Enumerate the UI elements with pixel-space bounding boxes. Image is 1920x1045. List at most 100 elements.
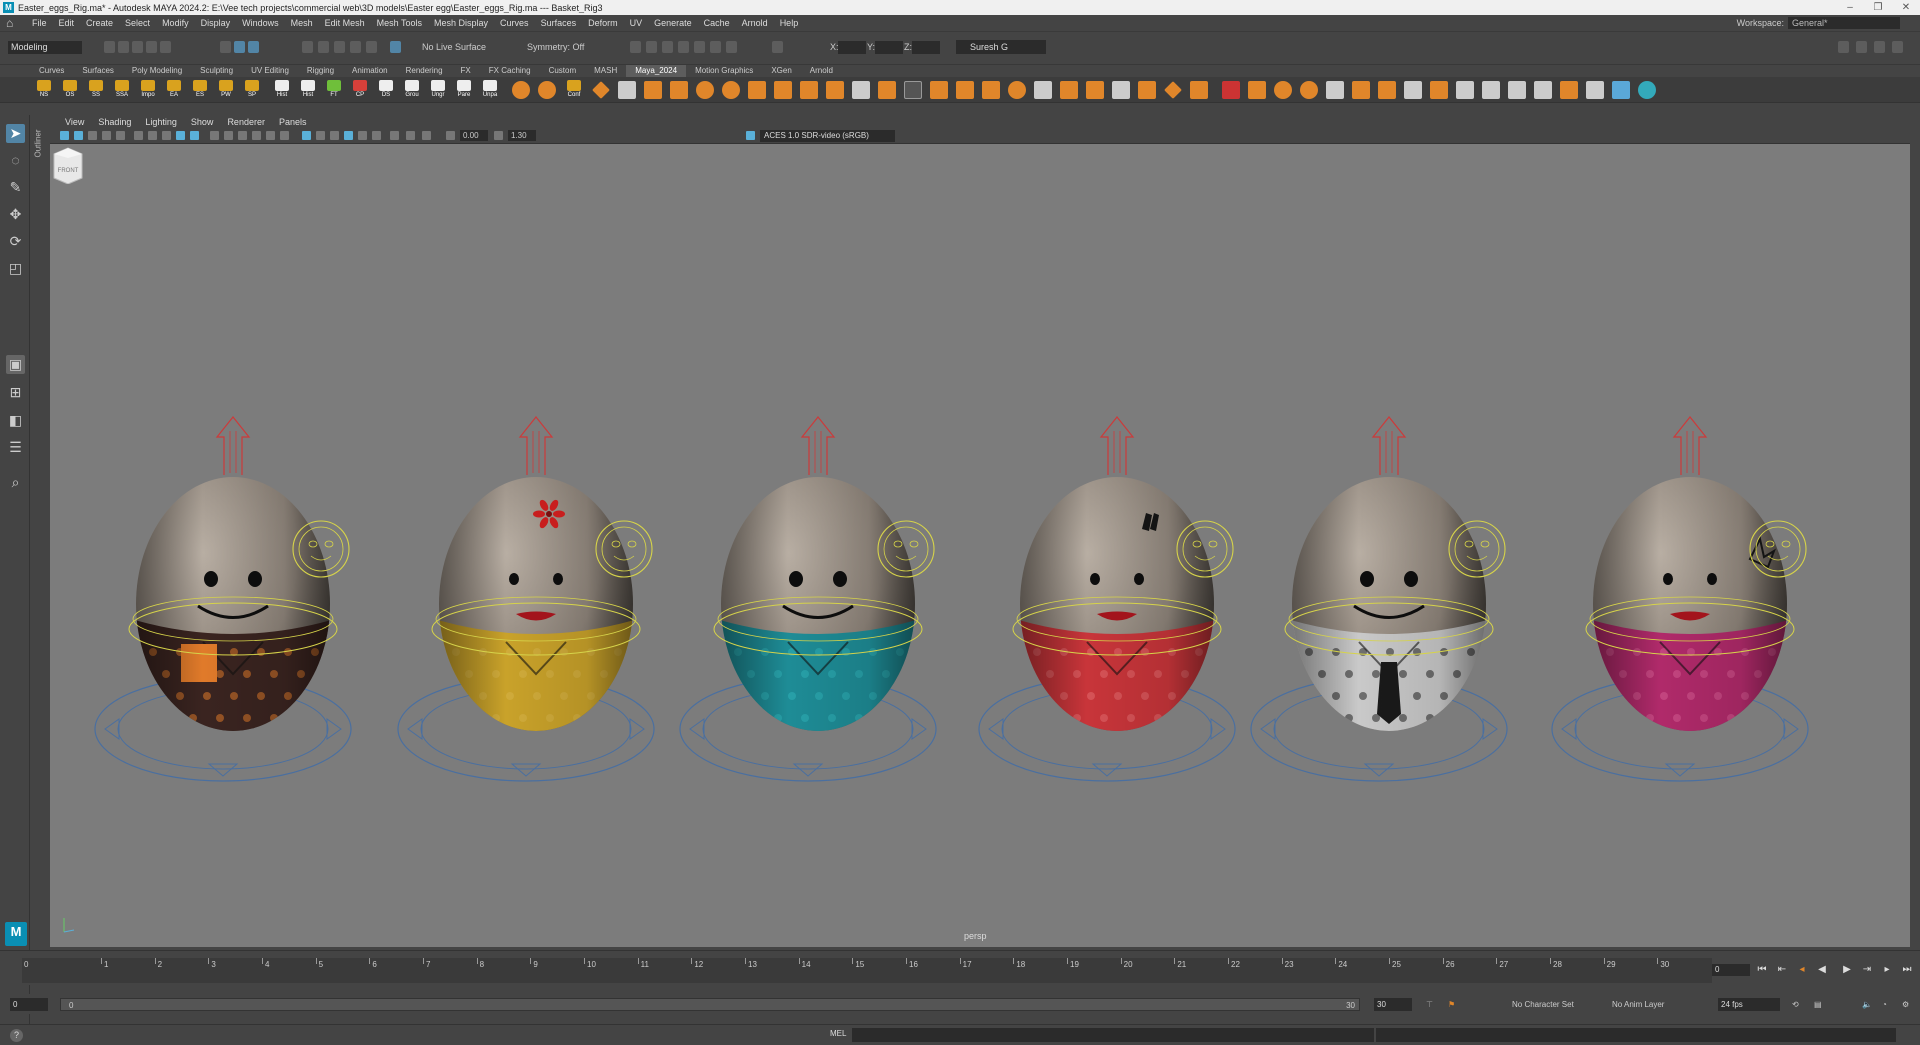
shelf-ss-button[interactable]: SS	[86, 80, 106, 100]
arnold-light-icon[interactable]	[1638, 81, 1656, 99]
boolean-diff-icon[interactable]	[722, 81, 740, 99]
shelf-os-button[interactable]: OS	[60, 80, 80, 100]
xray-joints-icon[interactable]	[406, 131, 415, 140]
live-surface-field[interactable]: No Live Surface	[422, 41, 486, 54]
egg-1[interactable]	[94, 416, 352, 782]
uv-editor-icon[interactable]	[1482, 81, 1500, 99]
cache-playback-icon[interactable]: ▤	[1814, 998, 1822, 1011]
cleanup-icon[interactable]	[1456, 81, 1474, 99]
egg-5[interactable]	[1250, 416, 1508, 782]
extract-icon[interactable]	[774, 81, 792, 99]
safe-action-icon[interactable]	[190, 131, 199, 140]
wireframe-icon[interactable]	[904, 81, 922, 99]
bevel-icon[interactable]	[644, 81, 662, 99]
shelf-conf-button[interactable]: Conf	[564, 80, 584, 100]
triangulate-icon[interactable]	[1378, 81, 1396, 99]
menu-help[interactable]: Help	[774, 18, 805, 28]
maya-logo-icon[interactable]: M	[5, 922, 27, 946]
extrude-icon[interactable]	[852, 81, 870, 99]
cut-faces-icon[interactable]	[1222, 81, 1240, 99]
shelf-tab-surfaces[interactable]: Surfaces	[73, 65, 123, 77]
auto-key-icon[interactable]: ⚑	[1448, 998, 1455, 1011]
shadows-icon[interactable]	[330, 131, 339, 140]
select-hierarchy-icon[interactable]	[220, 41, 231, 53]
animation-end-field[interactable]: 30	[1374, 998, 1412, 1011]
collapse-icon[interactable]	[1138, 81, 1156, 99]
resolution-gate-icon[interactable]	[148, 131, 157, 140]
field-chart-icon[interactable]	[176, 131, 185, 140]
shelf-es-button[interactable]: ES	[190, 80, 210, 100]
shelf-ft-button[interactable]: FT	[324, 80, 344, 100]
menu-create[interactable]: Create	[80, 18, 119, 28]
anti-aliasing-icon[interactable]	[372, 131, 381, 140]
menu-surfaces[interactable]: Surfaces	[535, 18, 583, 28]
attribute-editor-icon[interactable]	[1856, 41, 1867, 53]
shelf-tab-sculpting[interactable]: Sculpting	[191, 65, 242, 77]
shelf-tab-curves[interactable]: Curves	[30, 65, 73, 77]
current-frame-field[interactable]: 0	[1712, 964, 1750, 976]
sculpt-icon[interactable]	[1612, 81, 1630, 99]
use-all-lights-icon[interactable]	[316, 131, 325, 140]
default-material-icon[interactable]	[252, 131, 261, 140]
panel-menu-show[interactable]: Show	[184, 117, 221, 127]
shelf-ungr-button[interactable]: Ungr	[428, 80, 448, 100]
menu-edit-mesh[interactable]: Edit Mesh	[319, 18, 371, 28]
animation-start-field[interactable]: 0	[10, 998, 48, 1011]
shelf-tab-animation[interactable]: Animation	[343, 65, 397, 77]
snap-point-icon[interactable]	[334, 41, 345, 53]
scale-tool-icon[interactable]: ◰	[6, 259, 25, 278]
poke-face-icon[interactable]	[1248, 81, 1266, 99]
shelf-hist-2-button[interactable]: Hist	[298, 80, 318, 100]
menu-generate[interactable]: Generate	[648, 18, 698, 28]
select-object-icon[interactable]	[234, 41, 245, 53]
shelf-hist-button[interactable]: Hist	[272, 80, 292, 100]
home-icon[interactable]: ⌂	[6, 17, 20, 29]
open-scene-icon[interactable]	[118, 41, 129, 53]
image-plane-icon[interactable]	[102, 131, 111, 140]
menu-deform[interactable]: Deform	[582, 18, 624, 28]
perspective-viewport[interactable]: FRONT persp	[50, 144, 1910, 947]
make-live-icon[interactable]	[390, 41, 401, 53]
smooth-shading-icon[interactable]	[238, 131, 247, 140]
texture-icon[interactable]	[1534, 81, 1552, 99]
time-ruler[interactable]: 0 1 2 3 4 5 6 7 8 9 10 11 12 13 14 15 16 17 18 19 20 21 22 23 2…	[22, 958, 1712, 983]
camera-attributes-icon[interactable]	[74, 131, 83, 140]
textured-icon[interactable]	[302, 131, 311, 140]
key-filter-icon[interactable]: ⊤	[1426, 998, 1438, 1011]
grid-icon[interactable]	[618, 81, 636, 99]
new-scene-icon[interactable]	[104, 41, 115, 53]
menu-windows[interactable]: Windows	[236, 18, 285, 28]
minimize-button[interactable]: –	[1836, 2, 1864, 13]
play-backwards-icon[interactable]: ◀	[1815, 963, 1829, 977]
diamond-tool-icon[interactable]	[592, 81, 610, 99]
viewcube[interactable]: FRONT	[50, 144, 86, 184]
arnold-render-icon[interactable]	[710, 41, 721, 53]
shelf-tab-custom[interactable]: Custom	[540, 65, 586, 77]
exposure-field[interactable]: 0.00	[460, 130, 488, 141]
tool-settings-icon[interactable]	[1874, 41, 1885, 53]
shelf-unpa-button[interactable]: Unpa	[480, 80, 500, 100]
chamfer-icon[interactable]	[1352, 81, 1370, 99]
menu-set-dropdown[interactable]: Modeling	[8, 41, 82, 54]
outliner-side-tab[interactable]: Outliner	[34, 115, 46, 255]
menu-edit[interactable]: Edit	[53, 18, 81, 28]
go-to-start-icon[interactable]: ⏮	[1755, 963, 1769, 977]
move-tool-icon[interactable]: ✥	[6, 205, 25, 224]
sound-icon[interactable]: 🔈	[1862, 998, 1872, 1011]
shelf-tab-uv-editing[interactable]: UV Editing	[242, 65, 298, 77]
time-editor-icon[interactable]: ◔	[1882, 998, 1887, 1011]
four-view-layout-icon[interactable]: ⊞	[6, 383, 25, 402]
menu-mesh[interactable]: Mesh	[285, 18, 319, 28]
transfer-attributes-icon[interactable]	[1586, 81, 1604, 99]
redo-icon[interactable]	[160, 41, 171, 53]
play-forwards-icon[interactable]: ▶	[1840, 963, 1854, 977]
shelf-tab-arnold[interactable]: Arnold	[801, 65, 842, 77]
torus-tool-icon[interactable]	[538, 81, 556, 99]
command-input[interactable]	[852, 1028, 1374, 1042]
egg-6[interactable]	[1551, 416, 1809, 782]
ipr-render-icon[interactable]	[662, 41, 673, 53]
panel-menu-shading[interactable]: Shading	[91, 117, 138, 127]
shelf-ea-button[interactable]: EA	[164, 80, 184, 100]
gamma-icon[interactable]	[494, 131, 503, 140]
stack-icon[interactable]	[800, 81, 818, 99]
